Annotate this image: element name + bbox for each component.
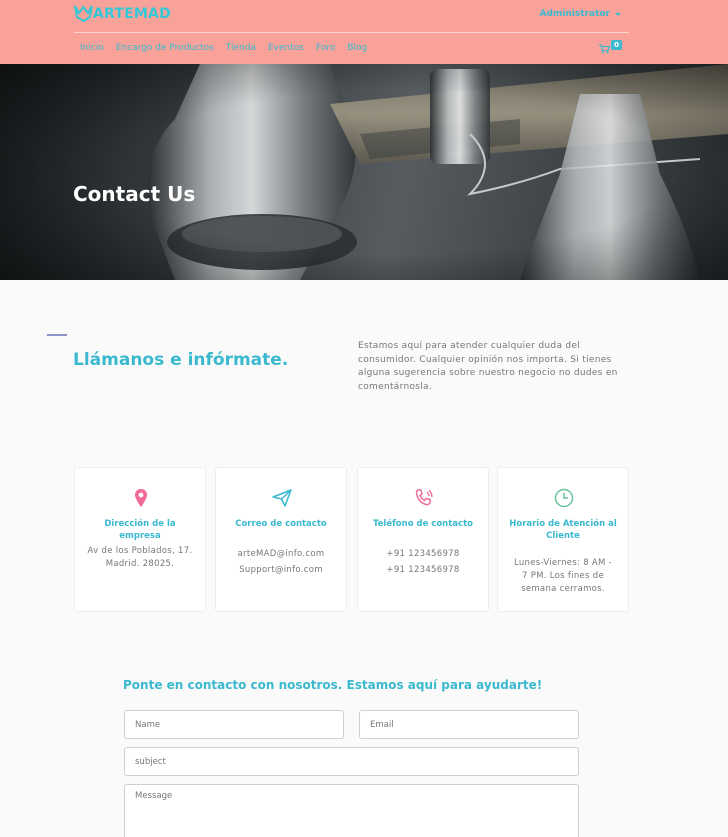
shopping-cart-icon <box>599 44 611 54</box>
subject-input[interactable] <box>124 747 579 776</box>
user-menu-dropdown[interactable]: Administrator <box>540 9 621 19</box>
header-divider <box>74 32 629 33</box>
nav-item-blog[interactable]: Blog <box>347 43 367 53</box>
card-title: Teléfono de contacto <box>373 519 473 529</box>
map-pin-icon <box>135 489 147 507</box>
cart-count-badge: 0 <box>611 40 622 50</box>
phone-number-2[interactable]: +91 123456978 <box>364 562 482 578</box>
hero-banner: Contact Us <box>0 64 728 280</box>
hours-line-1: Lunes-Viernes: 8 AM - <box>513 558 613 568</box>
address-line-1: Av de los Poblados, 17. <box>87 546 193 556</box>
vintage-telephone-photo <box>0 64 728 280</box>
intro-heading: Llámanos e infórmate. <box>73 350 289 370</box>
paper-plane-icon <box>272 489 292 507</box>
email-link-1[interactable]: arteMAD@info.com <box>222 546 340 562</box>
nav-item-inicio[interactable]: Inicio <box>80 43 104 53</box>
email-input[interactable] <box>359 710 579 739</box>
contact-card-email: Correo de contacto arteMAD@info.com Supp… <box>215 467 347 612</box>
hours-line-2: 7 PM. Los fines de <box>521 571 605 581</box>
hours-line-3: semana cerramos. <box>521 584 605 594</box>
nav-item-tienda[interactable]: Tienda <box>226 43 256 53</box>
card-text: arteMAD@info.com Support@info.com <box>222 546 340 578</box>
main-nav: Inicio Encargo de Productos Tienda Event… <box>80 43 379 53</box>
card-text: Lunes-Viernes: 8 AM - 7 PM. Los fines de… <box>504 557 622 596</box>
artemad-logo-icon <box>74 5 93 22</box>
page-title: Contact Us <box>73 182 196 206</box>
intro-text: Estamos aquí para atender cualquier duda… <box>358 341 618 392</box>
email-link-2[interactable]: Support@info.com <box>222 562 340 578</box>
clock-icon <box>554 488 574 508</box>
chevron-down-icon <box>615 12 621 16</box>
site-header: ARTEMAD Administrator Inicio Encargo de … <box>0 0 728 64</box>
address-line-2: Madrid. 28025. <box>105 559 175 569</box>
contact-card-phone: Teléfono de contacto +91 123456978 +91 1… <box>357 467 489 612</box>
contact-card-hours: Horario de Atención al Cliente Lunes-Vie… <box>497 467 629 612</box>
card-text: Av de los Poblados, 17. Madrid. 28025. <box>81 545 199 571</box>
card-title: Horario de Atención al Cliente <box>509 519 617 541</box>
phone-ringing-icon <box>415 489 433 506</box>
name-input[interactable] <box>124 710 344 739</box>
nav-item-encargo-de-productos[interactable]: Encargo de Productos <box>116 43 214 53</box>
card-title: Correo de contacto <box>235 519 327 529</box>
phone-number-1[interactable]: +91 123456978 <box>364 546 482 562</box>
user-menu-label: Administrator <box>539 9 610 19</box>
card-title: Dirección de la empresa <box>104 519 176 541</box>
brand-name: ARTEMAD <box>93 5 171 22</box>
card-text: +91 123456978 +91 123456978 <box>364 546 482 578</box>
form-heading: Ponte en contacto con nosotros. Estamos … <box>123 678 543 692</box>
nav-item-eventos[interactable]: Eventos <box>268 43 304 53</box>
message-textarea[interactable] <box>124 784 579 837</box>
contact-card-address: Dirección de la empresa Av de los Poblad… <box>74 467 206 612</box>
brand-logo-link[interactable]: ARTEMAD <box>74 5 171 22</box>
section-accent-line <box>47 334 67 336</box>
cart-button[interactable]: 0 <box>599 40 622 54</box>
nav-item-foro[interactable]: Foro <box>316 43 335 53</box>
